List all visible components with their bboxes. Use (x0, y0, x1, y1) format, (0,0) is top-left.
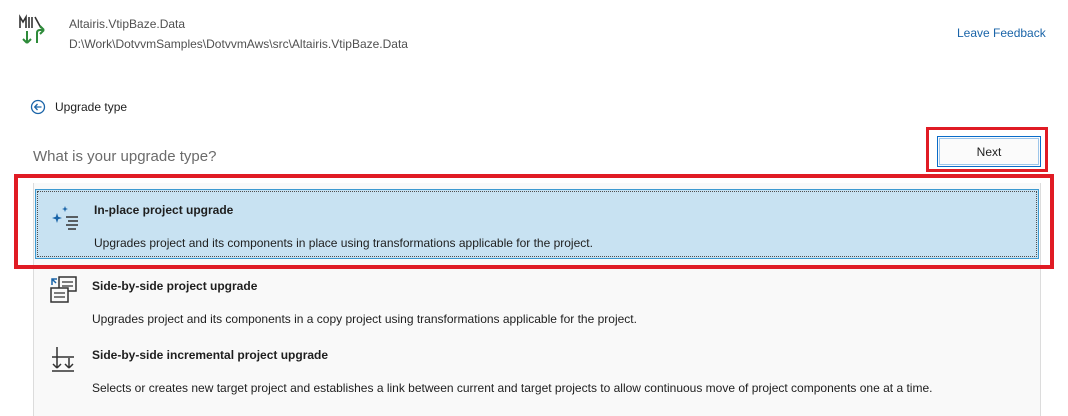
option-incremental-upgrade[interactable]: Side-by-side incremental project upgrade… (34, 330, 1040, 400)
option-description: Upgrades project and its components in a… (92, 312, 637, 326)
project-path: D:\Work\DotvvmSamples\DotvvmAws\src\Alta… (69, 37, 408, 51)
option-side-by-side-upgrade[interactable]: Side-by-side project upgrade Upgrades pr… (34, 261, 1040, 331)
project-name: Altairis.VtipBaze.Data (69, 17, 186, 31)
project-icon (19, 14, 45, 44)
page-title: What is your upgrade type? (33, 148, 217, 165)
option-description: Selects or creates new target project an… (92, 381, 933, 395)
option-in-place-upgrade[interactable]: In-place project upgrade Upgrades projec… (35, 189, 1039, 259)
option-title: Side-by-side incremental project upgrade (92, 348, 329, 362)
upgrade-type-list: In-place project upgrade Upgrades projec… (33, 183, 1041, 416)
back-arrow-icon (30, 99, 46, 115)
back-button[interactable]: Upgrade type (30, 98, 127, 116)
option-title: Side-by-side project upgrade (92, 279, 258, 293)
back-label: Upgrade type (55, 100, 128, 114)
option-title: In-place project upgrade (94, 203, 234, 217)
copy-project-icon (50, 276, 77, 303)
next-button[interactable]: Next (937, 136, 1041, 167)
option-description: Upgrades project and its components in p… (94, 236, 593, 250)
project-header: Altairis.VtipBaze.Data D:\Work\DotvvmSam… (0, 0, 1068, 60)
leave-feedback-link[interactable]: Leave Feedback (957, 26, 1046, 40)
sparkle-list-icon (52, 206, 78, 230)
incremental-arrows-icon (52, 347, 74, 372)
